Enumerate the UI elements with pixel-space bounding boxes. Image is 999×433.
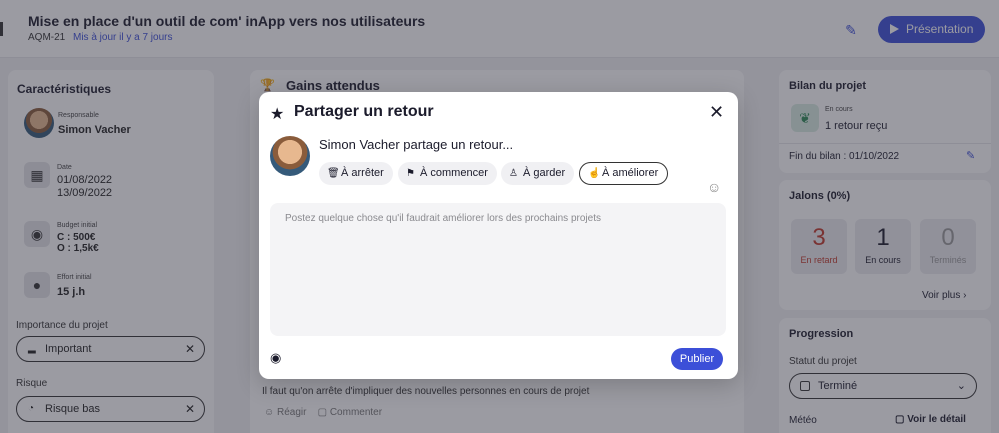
chip-start-label: À commencer	[420, 167, 488, 179]
eye-icon[interactable]: ◉	[270, 350, 281, 366]
chip-keep[interactable]: ♙ À garder	[501, 162, 575, 185]
chip-stop[interactable]: 🗑 À arrêter	[319, 162, 393, 185]
dialog-title: Partager un retour	[294, 103, 434, 120]
emoji-icon[interactable]: ☺	[707, 179, 721, 195]
medal-icon: ♙	[509, 168, 518, 179]
close-icon[interactable]: ✕	[709, 102, 724, 123]
flag-icon: ⚑	[406, 168, 415, 179]
chip-improve[interactable]: ☝ À améliorer	[579, 162, 669, 185]
hand-icon: ☝	[588, 168, 601, 179]
sparkle-icon: ★	[270, 106, 285, 123]
author-text: Simon Vacher partage un retour...	[319, 137, 514, 152]
trash-icon: 🗑	[327, 168, 340, 179]
chip-start[interactable]: ⚑ À commencer	[398, 162, 497, 185]
chip-improve-label: À améliorer	[602, 167, 659, 179]
publish-button[interactable]: Publier	[671, 348, 723, 370]
feedback-textarea[interactable]	[270, 203, 726, 336]
avatar	[270, 136, 310, 176]
share-feedback-dialog: ★ Partager un retour ✕ Simon Vacher part…	[259, 92, 738, 379]
chip-stop-label: À arrêter	[341, 167, 384, 179]
chip-keep-label: À garder	[523, 167, 566, 179]
